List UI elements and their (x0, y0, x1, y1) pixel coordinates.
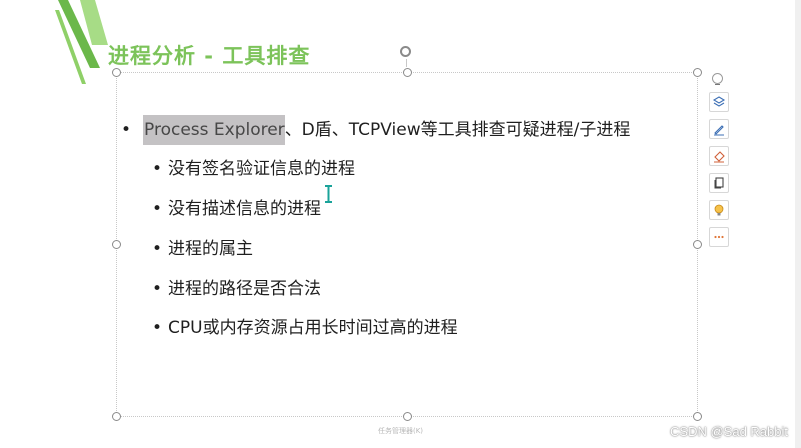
resize-handle-bottom-right[interactable] (693, 412, 702, 421)
resize-handle-top[interactable] (403, 68, 412, 77)
eraser-button[interactable] (709, 146, 729, 166)
main-bullet-text: 、D盾、TCPView等工具排查可疑进程/子进程 (284, 120, 631, 140)
resize-handle-left[interactable] (112, 240, 121, 249)
copy-button[interactable] (709, 173, 729, 193)
eraser-icon (714, 151, 725, 163)
window-right-edge (795, 0, 801, 448)
resize-handle-bottom-left[interactable] (112, 412, 121, 421)
bulb-button[interactable] (709, 200, 729, 220)
bullet-glyph: • (152, 239, 163, 259)
highlighted-selection-text[interactable]: Process Explorer (143, 115, 285, 145)
sub-bullet-text: 进程的路径是否合法 (168, 279, 321, 299)
main-bullet[interactable]: • Process Explorer、D盾、TCPView等工具排查可疑进程/子进… (121, 115, 631, 145)
rotate-handle[interactable] (400, 46, 411, 57)
collapse-toolbar-button[interactable] (712, 73, 723, 85)
sub-bullet[interactable]: • 进程的路径是否合法 (152, 277, 321, 301)
bullet-glyph: • (152, 199, 163, 219)
resize-handle-bottom[interactable] (403, 412, 412, 421)
text-cursor-icon (325, 185, 332, 203)
pen-button[interactable] (709, 119, 729, 139)
sub-bullet[interactable]: • 没有签名验证信息的进程 (152, 157, 355, 181)
layers-button[interactable] (709, 92, 729, 112)
sub-bullet[interactable]: • 没有描述信息的进程 (152, 197, 321, 221)
slide-title[interactable]: 进程分析 - 工具排查 (108, 40, 310, 70)
more-icon (714, 235, 724, 239)
bullet-glyph: • (152, 279, 163, 299)
sub-bullet-text: 没有签名验证信息的进程 (168, 159, 355, 179)
watermark-text: CSDN @Sad Rabbit (670, 424, 788, 439)
resize-handle-right[interactable] (693, 240, 702, 249)
rotate-handle-stem (406, 59, 407, 67)
resize-handle-top-left[interactable] (112, 68, 121, 77)
sub-bullet-text: 没有描述信息的进程 (168, 199, 321, 219)
sub-bullet[interactable]: • 进程的属主 (152, 237, 253, 261)
more-button[interactable] (709, 227, 729, 247)
bulb-icon (714, 204, 724, 216)
copy-icon (714, 177, 724, 189)
resize-handle-top-right[interactable] (693, 68, 702, 77)
minus-icon (715, 84, 720, 85)
sub-bullet[interactable]: • CPU或内存资源占用长时间过高的进程 (152, 316, 458, 340)
bullet-glyph: • (121, 120, 132, 140)
bullet-glyph: • (152, 318, 163, 338)
sub-bullet-text: CPU或内存资源占用长时间过高的进程 (168, 318, 458, 338)
layers-icon (712, 96, 726, 107)
pen-icon (714, 125, 724, 136)
slide-canvas: 进程分析 - 工具排查 • Process Explorer、D盾、TCPView… (0, 0, 801, 448)
sub-bullet-text: 进程的属主 (168, 239, 253, 259)
bullet-glyph: • (152, 159, 163, 179)
